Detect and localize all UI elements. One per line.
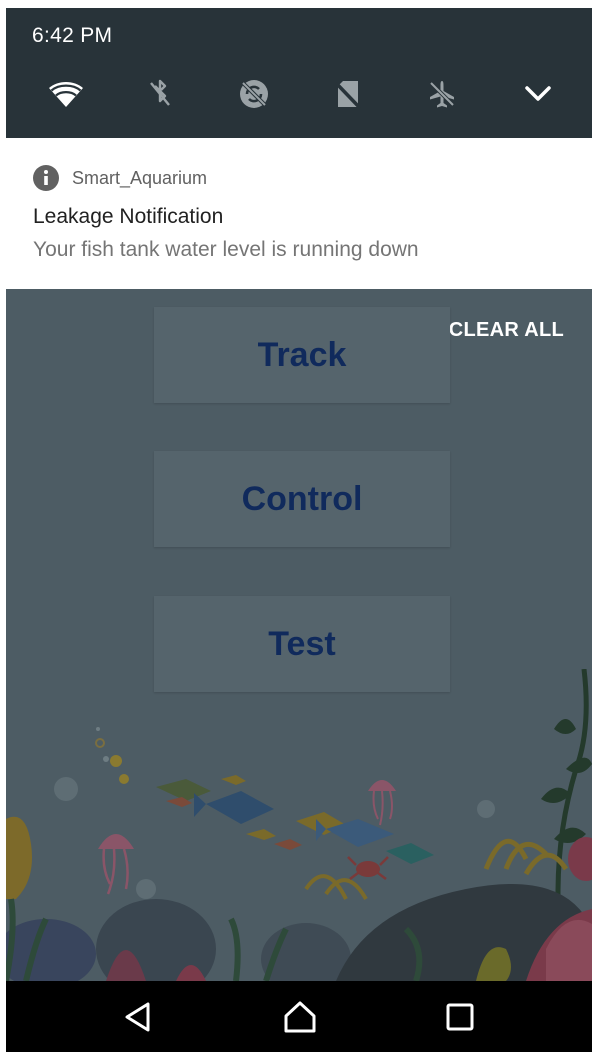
phone-screen: 6:42 PM Smart_Aquarium Leakage Notificat… [6,8,592,1052]
notification-title: Leakage Notification [33,205,224,228]
sync-off-icon[interactable] [234,74,274,114]
app-main-view: CLEAR ALL Track Control Test [6,289,592,981]
no-sim-icon[interactable] [328,74,368,114]
crab [347,856,389,880]
track-button[interactable]: Track [154,307,450,403]
jellyfish-right [368,780,396,826]
leakage-notification[interactable]: Smart_Aquarium Leakage Notification Your… [6,138,592,289]
back-icon[interactable] [116,995,160,1039]
bluetooth-off-icon[interactable] [140,74,180,114]
navigation-bar [6,981,592,1052]
control-button[interactable]: Control [154,451,450,547]
jellyfish-left [98,834,134,895]
home-icon[interactable] [278,995,322,1039]
aquarium-illustration [6,669,592,981]
info-icon [33,165,59,191]
airplane-mode-off-icon[interactable] [422,74,462,114]
notification-text: Your fish tank water level is running do… [33,238,419,261]
status-clock: 6:42 PM [32,24,113,47]
quick-settings-panel: 6:42 PM [6,8,592,138]
notification-app-name: Smart_Aquarium [72,168,208,188]
clear-all-button[interactable]: CLEAR ALL [449,319,564,342]
chevron-down-icon[interactable] [518,74,558,114]
recents-icon[interactable] [438,995,482,1039]
wifi-icon[interactable] [46,74,86,114]
